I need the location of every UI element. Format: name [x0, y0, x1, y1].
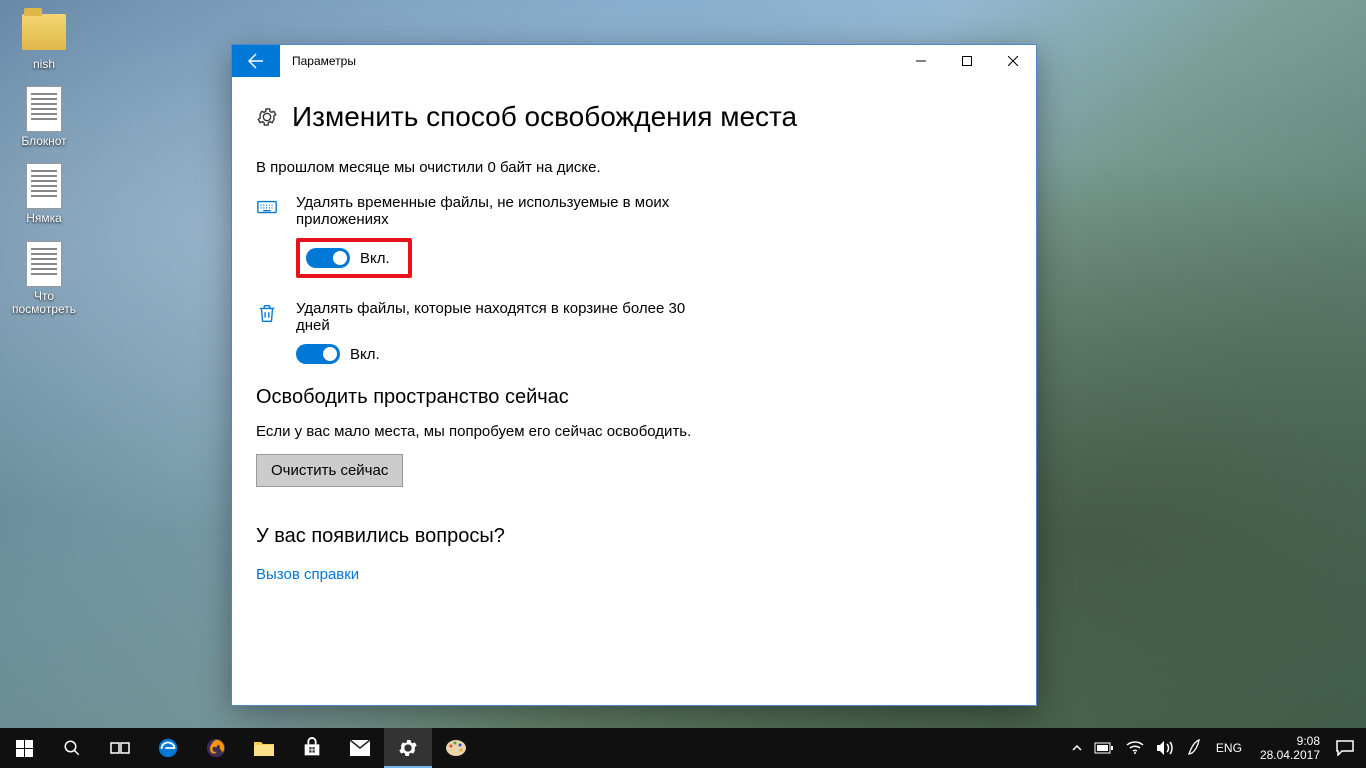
volume-icon: [1156, 740, 1174, 756]
desktop-icon-label: Нямка: [26, 212, 62, 225]
trash-icon: [256, 302, 278, 324]
chevron-up-icon: [1072, 743, 1082, 753]
start-button[interactable]: [0, 728, 48, 768]
clock-date: 28.04.2017: [1260, 748, 1320, 762]
file-explorer-icon: [253, 738, 275, 758]
page-title: Изменить способ освобождения места: [292, 101, 797, 133]
toggle-state-label: Вкл.: [350, 346, 380, 363]
task-view-icon: [110, 740, 130, 756]
gear-icon: [256, 106, 278, 128]
free-space-heading: Освободить пространство сейчас: [256, 386, 1012, 409]
taskbar: ENG 9:08 28.04.2017: [0, 728, 1366, 768]
maximize-icon: [962, 56, 972, 66]
window-title: Параметры: [280, 45, 368, 77]
tray-show-hidden[interactable]: [1066, 728, 1088, 768]
desktop-icon-txt[interactable]: Нямка: [8, 162, 80, 225]
text-file-icon: [26, 86, 62, 132]
free-space-desc: Если у вас мало места, мы попробуем его …: [256, 423, 1012, 440]
mail-icon: [349, 739, 371, 757]
status-text: В прошлом месяце мы очистили 0 байт на д…: [256, 159, 1012, 176]
gear-icon: [397, 737, 419, 759]
close-icon: [1008, 56, 1018, 66]
setting-label: Удалять файлы, которые находятся в корзи…: [296, 300, 716, 334]
desktop-icon-label: Что посмотреть: [8, 290, 80, 316]
tray-battery[interactable]: [1088, 728, 1120, 768]
minimize-button[interactable]: [898, 45, 944, 77]
firefox-icon: [205, 737, 227, 759]
edge-icon: [157, 737, 179, 759]
settings-window: Параметры Изменить способ освобождения м…: [231, 44, 1037, 706]
desktop-icons: nish Блокнот Нямка Что посмотреть: [8, 8, 80, 316]
language-indicator[interactable]: ENG: [1208, 741, 1250, 755]
taskbar-app-paint[interactable]: [432, 728, 480, 768]
maximize-button[interactable]: [944, 45, 990, 77]
folder-icon: [22, 14, 66, 50]
battery-icon: [1094, 742, 1114, 754]
taskbar-app-firefox[interactable]: [192, 728, 240, 768]
help-link[interactable]: Вызов справки: [256, 566, 359, 583]
taskbar-app-settings[interactable]: [384, 728, 432, 768]
clean-now-button[interactable]: Очистить сейчас: [256, 454, 403, 487]
taskbar-search[interactable]: [48, 728, 96, 768]
close-button[interactable]: [990, 45, 1036, 77]
toggle-recycle-bin[interactable]: [296, 344, 340, 364]
back-button[interactable]: [232, 45, 280, 77]
notification-icon: [1336, 740, 1354, 756]
clock-time: 9:08: [1260, 734, 1320, 748]
taskbar-app-mail[interactable]: [336, 728, 384, 768]
store-icon: [301, 737, 323, 759]
taskbar-app-store[interactable]: [288, 728, 336, 768]
action-center[interactable]: [1330, 728, 1360, 768]
setting-label: Удалять временные файлы, не используемые…: [296, 194, 716, 228]
taskbar-app-explorer[interactable]: [240, 728, 288, 768]
search-icon: [63, 739, 81, 757]
taskbar-clock[interactable]: 9:08 28.04.2017: [1250, 734, 1330, 763]
title-bar: Параметры: [232, 45, 1036, 77]
keyboard-icon: [256, 196, 278, 218]
text-file-icon: [26, 241, 62, 287]
tray-input-indicator[interactable]: [1180, 728, 1208, 768]
text-file-icon: [26, 163, 62, 209]
highlight-box: Вкл.: [296, 238, 412, 278]
desktop-icon-label: Блокнот: [21, 135, 66, 148]
task-view-button[interactable]: [96, 728, 144, 768]
desktop-icon-txt[interactable]: Что посмотреть: [8, 240, 80, 316]
minimize-icon: [916, 56, 926, 66]
desktop-icon-folder[interactable]: nish: [8, 8, 80, 71]
setting-recycle-bin: Удалять файлы, которые находятся в корзи…: [256, 300, 1012, 364]
arrow-left-icon: [248, 53, 264, 69]
wifi-icon: [1126, 741, 1144, 755]
tray-volume[interactable]: [1150, 728, 1180, 768]
toggle-temp-files[interactable]: [306, 248, 350, 268]
desktop-icon-txt[interactable]: Блокнот: [8, 85, 80, 148]
paint-icon: [444, 736, 468, 760]
help-heading: У вас появились вопросы?: [256, 525, 1012, 548]
toggle-state-label: Вкл.: [360, 250, 390, 267]
windows-icon: [16, 740, 33, 757]
pen-icon: [1186, 739, 1202, 757]
setting-temp-files: Удалять временные файлы, не используемые…: [256, 194, 1012, 278]
desktop-icon-label: nish: [33, 58, 55, 71]
taskbar-app-edge[interactable]: [144, 728, 192, 768]
tray-wifi[interactable]: [1120, 728, 1150, 768]
settings-content: Изменить способ освобождения места В про…: [232, 77, 1036, 705]
